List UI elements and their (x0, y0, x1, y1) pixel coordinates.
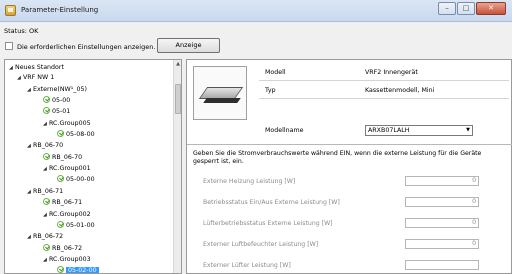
tree-item-label: RC.Group001 (49, 165, 91, 172)
title-bar: Parameter-Einstellung – □ ✕ (0, 0, 512, 22)
app-icon (5, 5, 16, 16)
tree-item-rb70[interactable]: ◢ RB_06-70 (27, 141, 63, 150)
dialog-content: Status: OK Die erforderlichen Einstellun… (0, 22, 512, 274)
check-icon (57, 266, 64, 273)
check-icon (43, 107, 50, 114)
status-text: Status: OK (4, 27, 39, 35)
tree-item-rc003[interactable]: ◢ RC.Group003 (43, 255, 91, 264)
tree-item-rc005[interactable]: ◢ RC.Group005 (43, 119, 91, 128)
divider (187, 144, 512, 145)
show-required-label: Die erforderlichen Einstellungen anzeige… (17, 43, 156, 51)
tree-item-05-00-00[interactable]: 05-00-00 (57, 175, 95, 184)
tree-item-label: RB_06-72 (33, 233, 64, 240)
model-label: Modell (265, 69, 286, 76)
field-label-onoff: Betriebsstatus Ein/Aus Externe Leistung … (203, 199, 340, 206)
field-input-humidifier[interactable]: 0 (405, 239, 479, 249)
divider (259, 80, 509, 81)
type-value: Kassettenmodell, Mini (365, 87, 435, 94)
tree-item-label: 05-01 (52, 108, 71, 115)
tree-item-05-00[interactable]: 05-00 (43, 96, 70, 105)
tree-item-label: 05-08-00 (66, 131, 95, 138)
scroll-up-icon[interactable]: ▲ (175, 61, 181, 67)
tree-item-label: Externe(NW¹_05) (33, 86, 87, 93)
tree-item-label: 05-00-00 (66, 176, 95, 183)
tree-item-label: 05-01-00 (66, 222, 95, 229)
check-icon (57, 221, 64, 228)
field-label-fan: Externer Lüfter Leistung [W] (203, 262, 291, 269)
field-label-fan-status: Lüfterbetriebsstatus Externe Leistung [W… (203, 220, 333, 227)
model-name-label: Modellname (265, 127, 304, 134)
show-button[interactable]: Anzeige (157, 38, 220, 53)
tree-item-rb72-child[interactable]: RB_06-72 (43, 244, 82, 253)
close-button[interactable]: ✕ (476, 2, 506, 15)
show-required-checkbox[interactable] (5, 42, 13, 50)
tree-item-05-02-00[interactable]: 05-02-00 (57, 266, 99, 274)
check-icon (57, 175, 64, 182)
check-icon (43, 96, 50, 103)
tree-scrollbar[interactable]: ▲ (173, 60, 181, 273)
model-name-value: ARXB07LALH (368, 127, 410, 134)
tree-item-label: RB_06-71 (52, 199, 83, 206)
tree-item-label: RC.Group005 (49, 120, 91, 127)
tree-item-rb71[interactable]: ◢ RB_06-71 (27, 187, 63, 196)
tree-item-05-01[interactable]: 05-01 (43, 107, 70, 116)
chevron-down-icon[interactable]: ▼ (466, 126, 470, 135)
tree-item-label: RB_06-70 (52, 154, 83, 161)
check-icon (57, 130, 64, 137)
tree-item-label: RC.Group003 (49, 256, 91, 263)
tree-item-05-08-00[interactable]: 05-08-00 (57, 130, 95, 139)
field-input-fan-status[interactable]: 0 (405, 218, 479, 228)
check-icon (43, 244, 50, 251)
tree-item-root[interactable]: ◢ Neues Standort (9, 63, 64, 72)
model-value: VRF2 Innengerät (365, 69, 418, 76)
tree-item-rb70-child[interactable]: RB_06-70 (43, 153, 82, 162)
field-input-fan[interactable] (405, 260, 479, 270)
check-icon (43, 198, 50, 205)
tree-item-rb72[interactable]: ◢ RB_06-72 (27, 232, 63, 241)
field-label-heater: Externe Heizung Leistung [W] (203, 178, 296, 185)
check-icon (43, 153, 50, 160)
tree-item-05-01-00[interactable]: 05-01-00 (57, 221, 95, 230)
window-controls: – □ ✕ (437, 2, 506, 15)
tree-item-label: 05-00 (52, 97, 71, 104)
field-label-humidifier: Externer Luftbefeuchter Leistung [W] (203, 241, 319, 248)
tree-item-rb71-child[interactable]: RB_06-71 (43, 198, 82, 207)
tree-item-vrf[interactable]: ◢ VRF NW 1 (17, 73, 54, 82)
minimize-button[interactable]: – (438, 2, 456, 15)
model-name-select[interactable]: ARXB07LALH ▼ (365, 125, 473, 136)
description-text: Geben Sie die Stromverbrauchswerte währe… (193, 150, 482, 165)
tree-item-label: RB_06-71 (33, 188, 64, 195)
tree-item-rc001[interactable]: ◢ RC.Group001 (43, 164, 91, 173)
device-image (193, 66, 247, 120)
location-tree[interactable]: ◢ Neues Standort ◢ VRF NW 1 ◢ Externe(NW¹_0… (4, 59, 182, 274)
divider (259, 98, 509, 99)
tree-item-label-selected: 05-02-00 (66, 267, 99, 274)
tree-item-label: VRF NW 1 (23, 74, 55, 81)
settings-panel: Modell VRF2 Innengerät Typ Kassettenmode… (186, 59, 512, 274)
tree-item-label: Neues Standort (15, 64, 64, 71)
tree-item-label: RB_06-70 (33, 142, 64, 149)
window-title: Parameter-Einstellung (21, 6, 99, 14)
type-label: Typ (265, 87, 276, 94)
scroll-thumb[interactable] (175, 84, 181, 114)
field-input-heater[interactable]: 0 (405, 176, 479, 186)
tree-item-rc002[interactable]: ◢ RC.Group002 (43, 210, 91, 219)
tree-item-extern[interactable]: ◢ Externe(NW¹_05) (27, 85, 87, 94)
tree-item-label: RC.Group002 (49, 211, 91, 218)
cassette-unit-base (203, 98, 241, 103)
field-input-onoff[interactable]: 0 (405, 197, 479, 207)
maximize-button[interactable]: □ (457, 2, 475, 15)
tree-item-label: RB_06-72 (52, 245, 83, 252)
